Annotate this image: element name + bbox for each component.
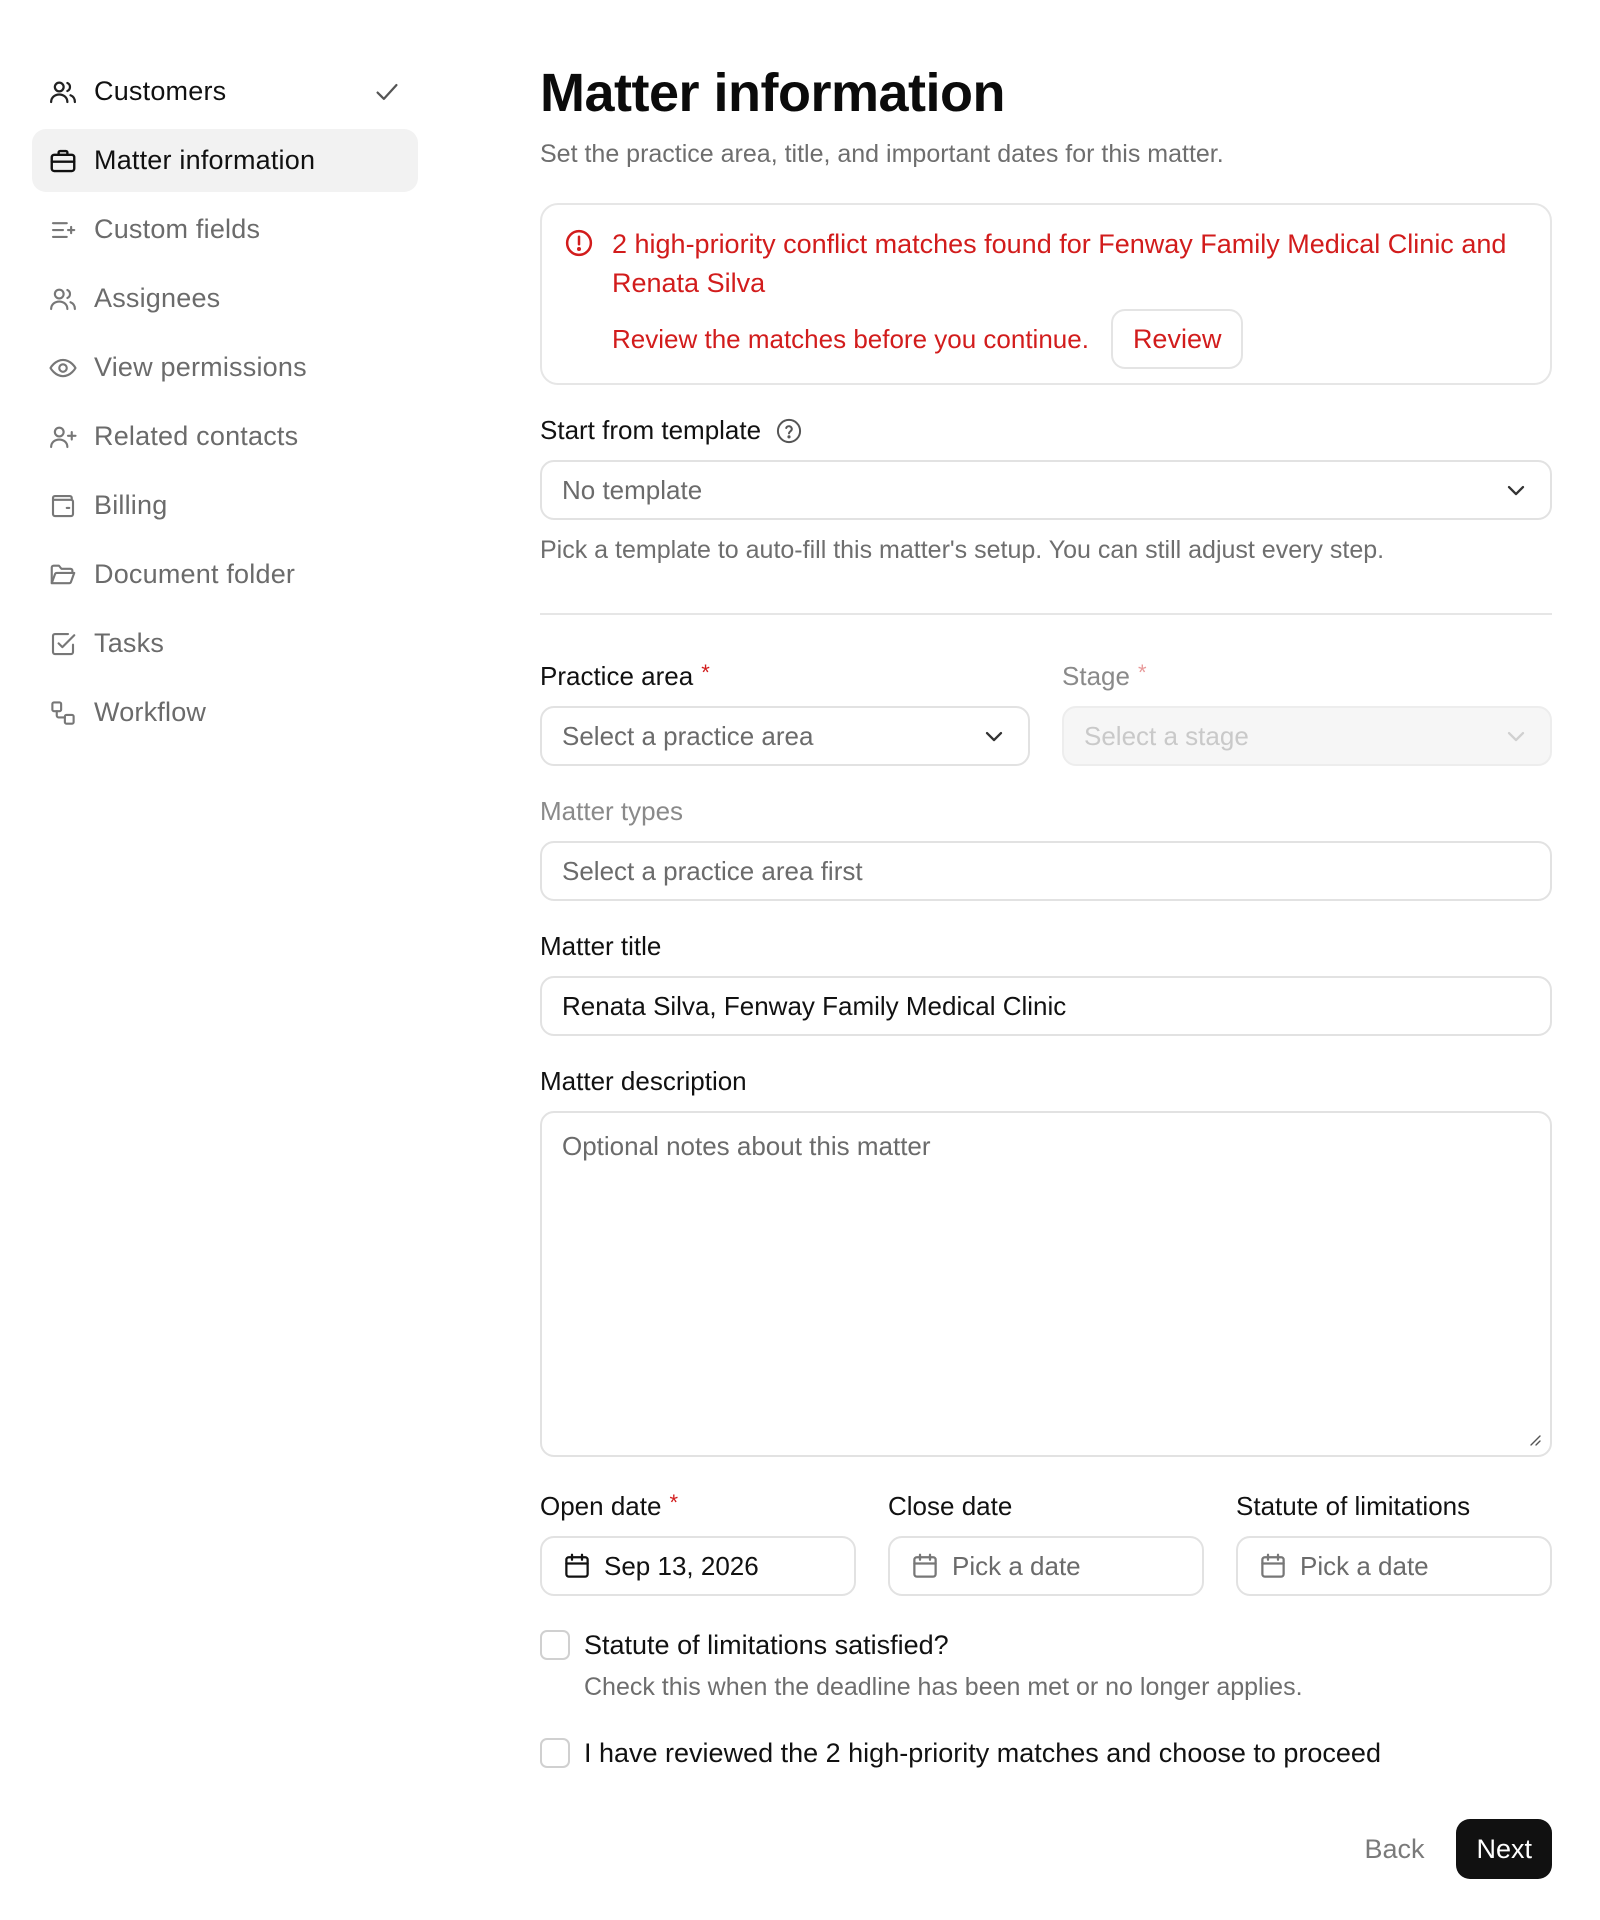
sidebar-item-workflow[interactable]: Workflow: [32, 681, 418, 744]
matter-description-label: Matter description: [540, 1066, 747, 1096]
back-button[interactable]: Back: [1344, 1819, 1444, 1879]
stage-label-row: Stage *: [1062, 659, 1552, 692]
sidebar-item-label: Tasks: [94, 628, 165, 658]
practice-area-label: Practice area: [540, 661, 694, 691]
sidebar-item-related-contacts[interactable]: Related contacts: [32, 405, 418, 468]
matter-types-select[interactable]: Select a practice area first: [540, 841, 1552, 901]
open-date-value: Sep 13, 2026: [604, 1550, 759, 1581]
matter-title-input[interactable]: Renata Silva, Fenway Family Medical Clin…: [540, 976, 1552, 1036]
folder-open-icon: [48, 560, 78, 590]
template-label: Start from template: [540, 415, 762, 445]
calendar-icon: [913, 1553, 937, 1578]
template-label-row: Start from template: [540, 415, 1552, 446]
sidebar-item-label: Document folder: [94, 559, 296, 589]
eye-icon: [48, 353, 78, 383]
acknowledge-checkbox[interactable]: [540, 1738, 570, 1768]
list-plus-icon: [48, 215, 78, 245]
stage-label: Stage: [1062, 661, 1130, 691]
check-icon: [376, 83, 398, 100]
template-select-value: No template: [562, 474, 703, 505]
sidebar-item-assignees[interactable]: Assignees: [32, 267, 418, 330]
required-indicator: *: [701, 659, 710, 685]
page-subtitle: Set the practice area, title, and import…: [540, 140, 1224, 168]
next-button[interactable]: Next: [1456, 1819, 1552, 1879]
user-plus-icon: [48, 422, 78, 452]
sidebar-item-label: Customers: [94, 76, 227, 106]
help-circle-icon[interactable]: [775, 417, 803, 445]
matter-description-placeholder: Optional notes about this matter: [562, 1131, 931, 1161]
calendar-icon: [565, 1553, 589, 1578]
matter-types-placeholder: Select a practice area first: [562, 855, 863, 886]
template-select[interactable]: No template: [540, 460, 1552, 520]
sidebar-item-matter-information[interactable]: Matter information: [32, 129, 418, 192]
sidebar-item-label: Related contacts: [94, 421, 299, 451]
close-date-picker[interactable]: Pick a date: [888, 1536, 1204, 1596]
open-date-picker[interactable]: Sep 13, 2026: [540, 1536, 856, 1596]
chevron-down-icon: [985, 731, 1003, 742]
alert-title: 2 high-priority conflict matches found f…: [612, 229, 1507, 298]
acknowledge-row: I have reviewed the 2 high-priority matc…: [540, 1738, 1552, 1769]
wallet-icon: [48, 491, 78, 521]
users-icon: [48, 284, 78, 314]
matter-types-label: Matter types: [540, 796, 684, 826]
sidebar-item-view-permissions[interactable]: View permissions: [32, 336, 418, 399]
statute-satisfied-checkbox[interactable]: [540, 1630, 570, 1660]
statute-satisfied-row: Statute of limitations satisfied? Check …: [540, 1630, 1552, 1702]
statute-date-placeholder: Pick a date: [1300, 1550, 1429, 1581]
statute-satisfied-hint: Check this when the deadline has been me…: [584, 1673, 1303, 1701]
divider: [540, 613, 1552, 615]
main-content: Matter information Set the practice area…: [540, 60, 1552, 1879]
matter-description-textarea[interactable]: Optional notes about this matter: [540, 1111, 1552, 1457]
sidebar-item-label: View permissions: [94, 352, 307, 382]
sidebar-item-tasks[interactable]: Tasks: [32, 612, 418, 675]
open-date-label-row: Open date *: [540, 1489, 856, 1522]
sidebar-item-label: Matter information: [94, 145, 316, 175]
review-button[interactable]: Review: [1110, 309, 1244, 369]
conflict-alert: 2 high-priority conflict matches found f…: [540, 203, 1552, 385]
briefcase-icon: [48, 146, 78, 176]
statute-satisfied-label: Statute of limitations satisfied?: [584, 1630, 949, 1660]
sidebar-item-customers[interactable]: Customers: [32, 60, 418, 123]
stage-placeholder: Select a stage: [1084, 720, 1249, 751]
matter-title-value: Renata Silva, Fenway Family Medical Clin…: [562, 990, 1067, 1021]
sidebar: Customers Matter information Custom fiel…: [32, 60, 418, 750]
open-date-label: Open date: [540, 1491, 662, 1521]
sidebar-item-label: Billing: [94, 490, 168, 520]
practice-area-label-row: Practice area *: [540, 659, 1030, 692]
acknowledge-label: I have reviewed the 2 high-priority matc…: [584, 1738, 1381, 1768]
matter-title-label: Matter title: [540, 931, 662, 961]
check-square-icon: [48, 629, 78, 659]
required-indicator: *: [669, 1489, 678, 1515]
chevron-down-icon: [1507, 485, 1525, 496]
form-footer: Back Next: [540, 1819, 1552, 1879]
practice-area-placeholder: Select a practice area: [562, 720, 814, 751]
chevron-down-icon: [1507, 731, 1525, 742]
statute-date-picker[interactable]: Pick a date: [1236, 1536, 1552, 1596]
resize-handle-icon[interactable]: [1526, 1431, 1542, 1447]
sidebar-item-billing[interactable]: Billing: [32, 474, 418, 537]
users-icon: [48, 77, 78, 107]
required-indicator: *: [1137, 659, 1147, 685]
sidebar-item-document-folder[interactable]: Document folder: [32, 543, 418, 606]
template-hint: Pick a template to auto-fill this matter…: [540, 536, 1385, 564]
workflow-icon: [48, 698, 78, 728]
stage-select: Select a stage: [1062, 706, 1552, 766]
alert-circle-icon: [565, 229, 593, 257]
sidebar-item-label: Custom fields: [94, 214, 261, 244]
statute-date-label: Statute of limitations: [1236, 1491, 1471, 1521]
sidebar-item-label: Workflow: [94, 697, 207, 727]
sidebar-item-custom-fields[interactable]: Custom fields: [32, 198, 418, 261]
sidebar-item-label: Assignees: [94, 283, 221, 313]
practice-area-select[interactable]: Select a practice area: [540, 706, 1030, 766]
page-title: Matter information: [540, 63, 1006, 123]
close-date-label: Close date: [888, 1491, 1013, 1521]
alert-text: Review the matches before you continue.: [612, 323, 1089, 354]
calendar-icon: [1261, 1553, 1285, 1578]
close-date-placeholder: Pick a date: [952, 1550, 1081, 1581]
